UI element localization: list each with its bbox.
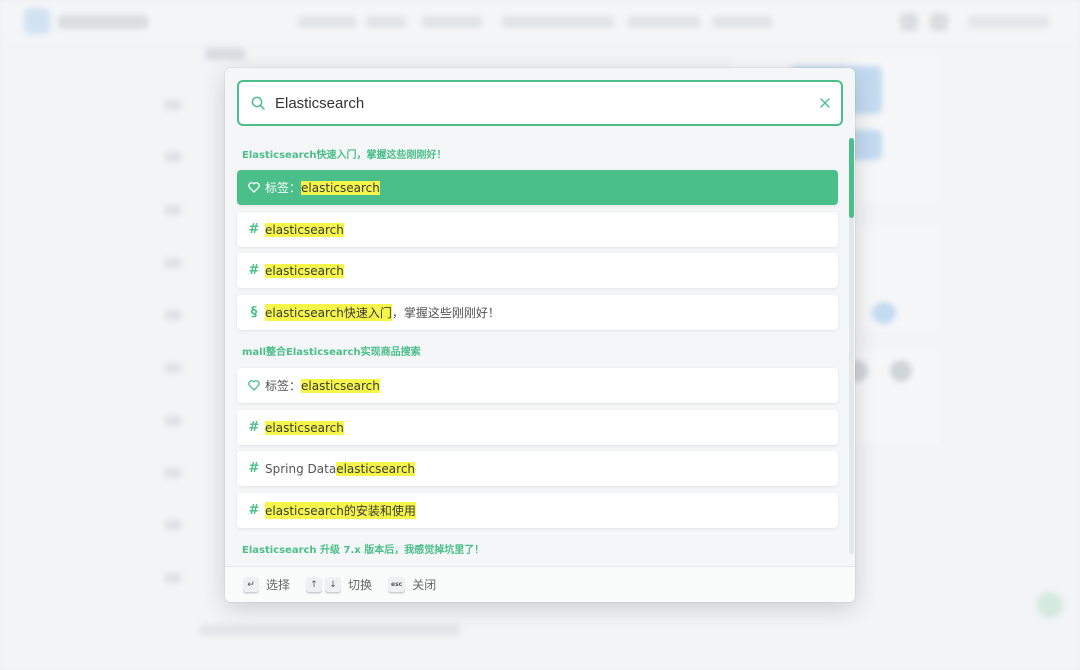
hash-icon: # [248,503,260,518]
hit-suffix: ，掌握这些刚刚好！ [391,306,500,320]
arrow-down-key-icon: ↓ [325,576,342,593]
arrow-up-key-icon: ↑ [306,576,323,593]
section-icon: § [250,305,258,320]
hit-prefix: 标签： [265,181,302,195]
hit-highlight: elasticsearch [265,263,344,278]
hash-icon: # [248,222,260,237]
search-hit[interactable]: # elasticsearch [237,253,838,288]
switch-hint: 切换 [348,578,373,592]
heart-icon [245,380,263,391]
hit-highlight: elasticsearch [265,420,344,435]
hit-highlight: elasticsearch [301,180,380,195]
hit-prefix: Spring Data [265,461,337,476]
search-hit[interactable]: # Spring Data elasticsearch [237,451,838,486]
enter-key-icon: ↵ [243,576,259,593]
hit-highlight: elasticsearch快速入门 [265,304,392,321]
hit-highlight: elasticsearch [265,222,344,237]
results-scrollbar-thumb[interactable] [849,138,854,218]
clear-search-icon[interactable] [809,82,841,124]
search-footer: ↵ 选择 ↑ ↓ 切换 esc 关闭 [225,566,855,602]
search-hit[interactable]: § elasticsearch快速入门 ，掌握这些刚刚好！ [237,295,838,330]
heart-icon [245,182,263,193]
search-results: Elasticsearch快速入门，掌握这些刚刚好！ 标签： elasticsea… [225,138,855,564]
result-group-title[interactable]: Elasticsearch 升级 7.x 版本后，我感觉掉坑里了！ [242,541,484,556]
search-hit[interactable]: # elasticsearch [237,410,838,445]
search-modal: Elasticsearch快速入门，掌握这些刚刚好！ 标签：elasticsea… [225,68,855,602]
hit-highlight: elasticsearch的安装和使用 [265,502,416,519]
close-hint: 关闭 [412,578,437,592]
search-hit[interactable]: # elasticsearch [237,212,838,247]
search-box [237,80,843,126]
hash-icon: # [248,420,260,435]
hit-highlight: elasticsearch [336,461,416,476]
hash-icon: # [248,461,260,476]
hit-highlight: elasticsearch [301,378,380,393]
escape-key-icon: esc [388,576,406,593]
search-icon [239,82,271,124]
search-hit[interactable]: 标签： elasticsearch [237,368,838,403]
result-group-title[interactable]: Elasticsearch快速入门，掌握这些刚刚好！ [242,146,447,161]
hit-prefix: 标签： [265,379,302,393]
search-input[interactable] [271,83,809,123]
select-hint: 选择 [266,578,291,592]
search-hit[interactable]: # elasticsearch的安装和使用 [237,493,838,528]
result-group-title[interactable]: mall整合Elasticsearch实现商品搜索 [242,343,421,358]
hash-icon: # [248,263,260,278]
search-hit[interactable]: 标签： elasticsearch [237,170,838,205]
